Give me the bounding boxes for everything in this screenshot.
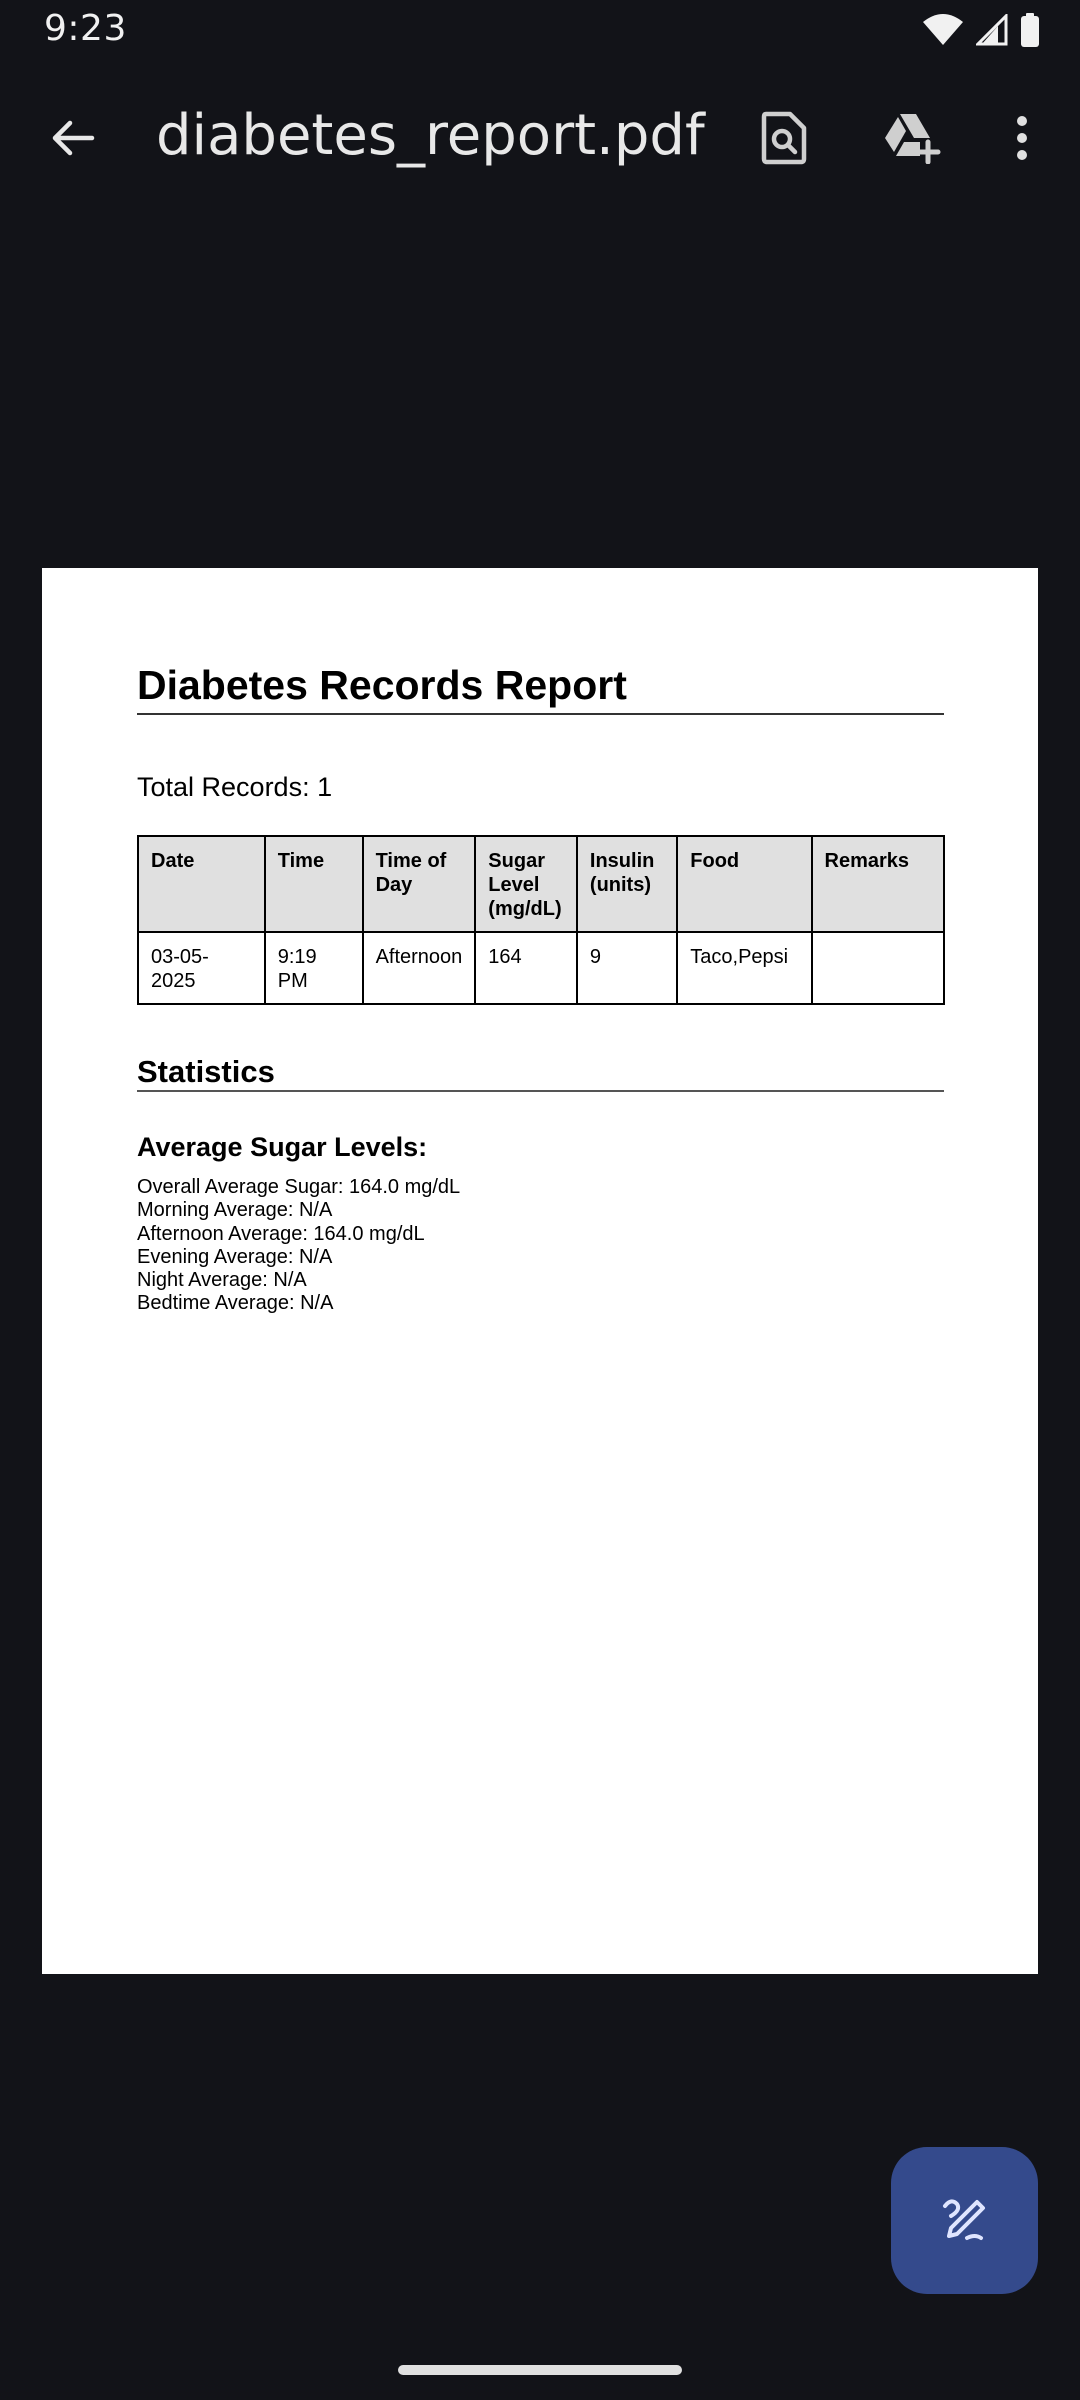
status-bar: 9:23 [0,0,1080,62]
table-header-row: Date Time Time of Day Sugar Level (mg/dL… [137,835,946,933]
cell-insulin: 9 [575,931,679,1005]
average-sugar-heading: Average Sugar Levels: [137,1132,428,1162]
pdf-page[interactable]: Diabetes Records Report Total Records: 1… [42,568,1038,1974]
status-icons [922,12,1040,48]
header-sugar-level: Sugar Level (mg/dL) [474,835,578,933]
cell-date: 03-05-2025 [137,931,266,1005]
header-food: Food [676,835,813,933]
statistics-divider [137,1090,944,1092]
average-sugar-list: Overall Average Sugar: 164.0 mg/dL Morni… [137,1176,460,1316]
more-vert-icon [1015,115,1029,166]
header-time: Time [263,835,364,933]
bedtime-average-line: Bedtime Average: N/A [137,1292,334,1315]
evening-average-line: Evening Average: N/A [137,1245,333,1268]
header-insulin: Insulin (units) [575,835,679,933]
header-time-of-day: Time of Day [361,835,477,933]
statistics-heading: Statistics [137,1054,275,1089]
find-in-document-icon [760,111,808,170]
app-bar: diabetes_report.pdf [0,80,1080,192]
overall-average-line: Overall Average Sugar: 164.0 mg/dL [137,1176,461,1198]
title-divider [137,713,944,715]
cell-sugar-level: 164 [474,931,578,1005]
annotate-fab[interactable] [891,2147,1038,2294]
header-date: Date [137,835,266,933]
header-remarks: Remarks [810,835,946,933]
report-title: Diabetes Records Report [137,662,627,708]
morning-average-line: Morning Average: N/A [137,1199,333,1222]
night-average-line: Night Average: N/A [137,1269,307,1292]
wifi-icon [922,14,964,46]
document-title: diabetes_report.pdf [156,103,705,168]
signal-icon [976,14,1008,46]
battery-icon [1020,13,1040,47]
total-records: Total Records: 1 [137,772,333,802]
arrow-back-icon [48,114,96,167]
cell-food: Taco,Pepsi [676,931,813,1005]
back-button[interactable] [34,102,110,178]
find-in-document-button[interactable] [746,102,822,178]
add-to-drive-button[interactable] [874,102,950,178]
cell-time-of-day: Afternoon [361,931,477,1005]
table-row: 03-05-2025 9:19 PM Afternoon 164 9 Taco,… [137,931,946,1005]
cell-time: 9:19 PM [263,931,364,1005]
add-to-drive-icon [882,112,942,169]
more-options-button[interactable] [984,102,1060,178]
records-table: Date Time Time of Day Sugar Level (mg/dL… [137,835,946,1005]
annotate-pen-icon [937,2190,993,2251]
status-time: 9:23 [44,8,127,49]
cell-remarks [810,931,946,1005]
gesture-nav-bar[interactable] [398,2365,682,2375]
afternoon-average-line: Afternoon Average: 164.0 mg/dL [137,1222,425,1245]
